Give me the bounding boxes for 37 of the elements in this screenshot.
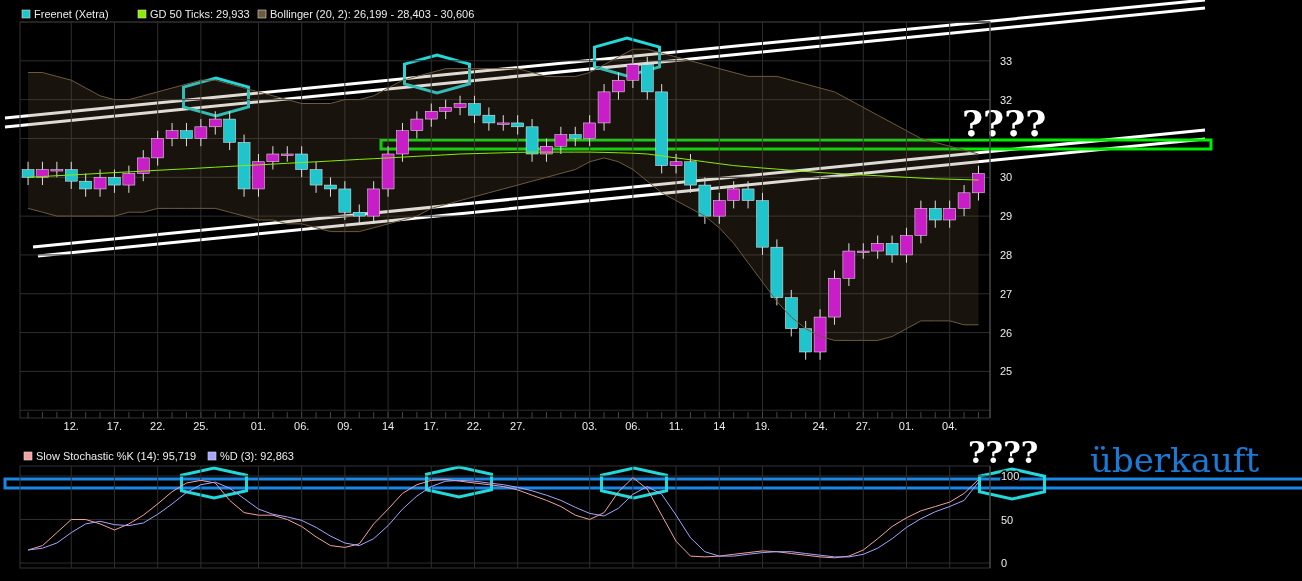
- axis-label: 01.: [898, 420, 915, 432]
- axis-label: 32: [1000, 93, 1013, 106]
- axis-label: 03.: [582, 420, 598, 432]
- axis-label: 27.: [510, 420, 526, 432]
- axis-label: 22.: [150, 420, 166, 432]
- axis-label: 12.: [63, 420, 79, 432]
- legend-label: %D (3): 92,863: [220, 450, 294, 462]
- axis-label: 27.: [855, 420, 871, 432]
- axis-label: 0: [1001, 557, 1008, 570]
- annotation-text: überkauft: [1090, 440, 1260, 480]
- axis-label: 14: [381, 420, 395, 432]
- axis-label: 25: [1000, 365, 1013, 378]
- axis-label: 11.: [668, 420, 684, 432]
- annotation-text: ????: [968, 435, 1039, 470]
- axis-label: 27: [1000, 287, 1013, 300]
- axis-label: 06.: [294, 420, 310, 432]
- axis-label: 26: [1000, 326, 1013, 339]
- axis-label: 09.: [337, 420, 353, 432]
- axis-label: 29: [1000, 210, 1013, 223]
- axis-label: 50: [1001, 513, 1014, 526]
- axis-label: 17.: [423, 420, 439, 432]
- axis-label: 30: [1000, 171, 1013, 184]
- legend-label: GD 50 Ticks: 29,933: [150, 8, 250, 20]
- legend-label: Freenet (Xetra): [34, 8, 109, 20]
- legend-label: Slow Stochastic %K (14): 95,719: [36, 450, 197, 462]
- axis-label: 17.: [106, 420, 123, 432]
- legend-label: Bollinger (20, 2): 26,199 - 28,403 - 30,606: [270, 8, 475, 20]
- axis-label: 25.: [193, 420, 209, 432]
- axis-label: 01.: [250, 420, 267, 432]
- axis-label: 06.: [625, 420, 641, 432]
- axis-label: 14: [713, 420, 726, 432]
- axis-label: 19.: [754, 420, 771, 432]
- axis-label: 24.: [812, 420, 828, 432]
- axis-label: 22.: [466, 420, 483, 432]
- axis-label: 33: [1000, 54, 1013, 67]
- axis-label: 04.: [942, 420, 958, 432]
- axis-label: 28: [1000, 248, 1013, 261]
